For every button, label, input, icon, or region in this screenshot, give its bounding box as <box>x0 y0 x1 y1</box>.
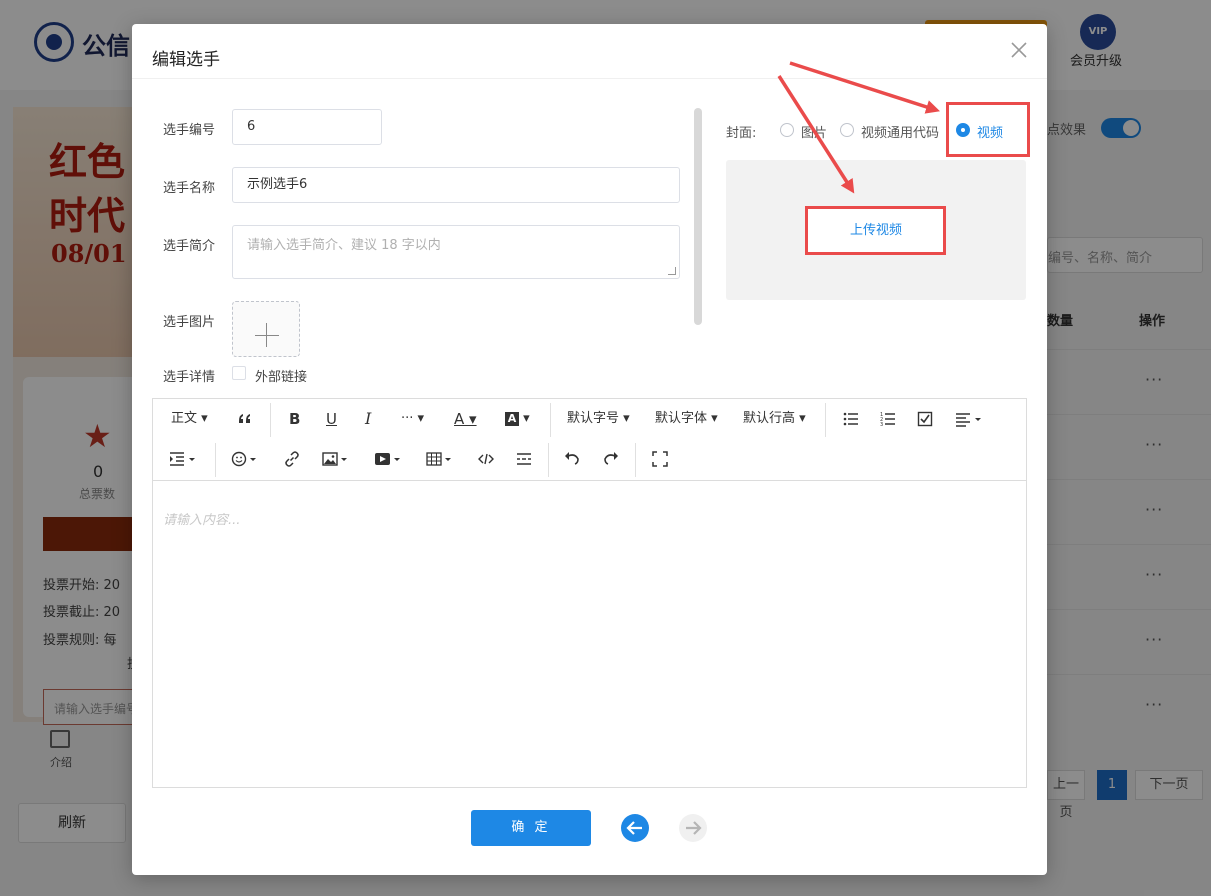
annotation-arrow-to-video-option <box>789 61 940 114</box>
annotation-arrows <box>777 61 940 194</box>
annotation-arrow-to-upload-button <box>777 75 855 194</box>
